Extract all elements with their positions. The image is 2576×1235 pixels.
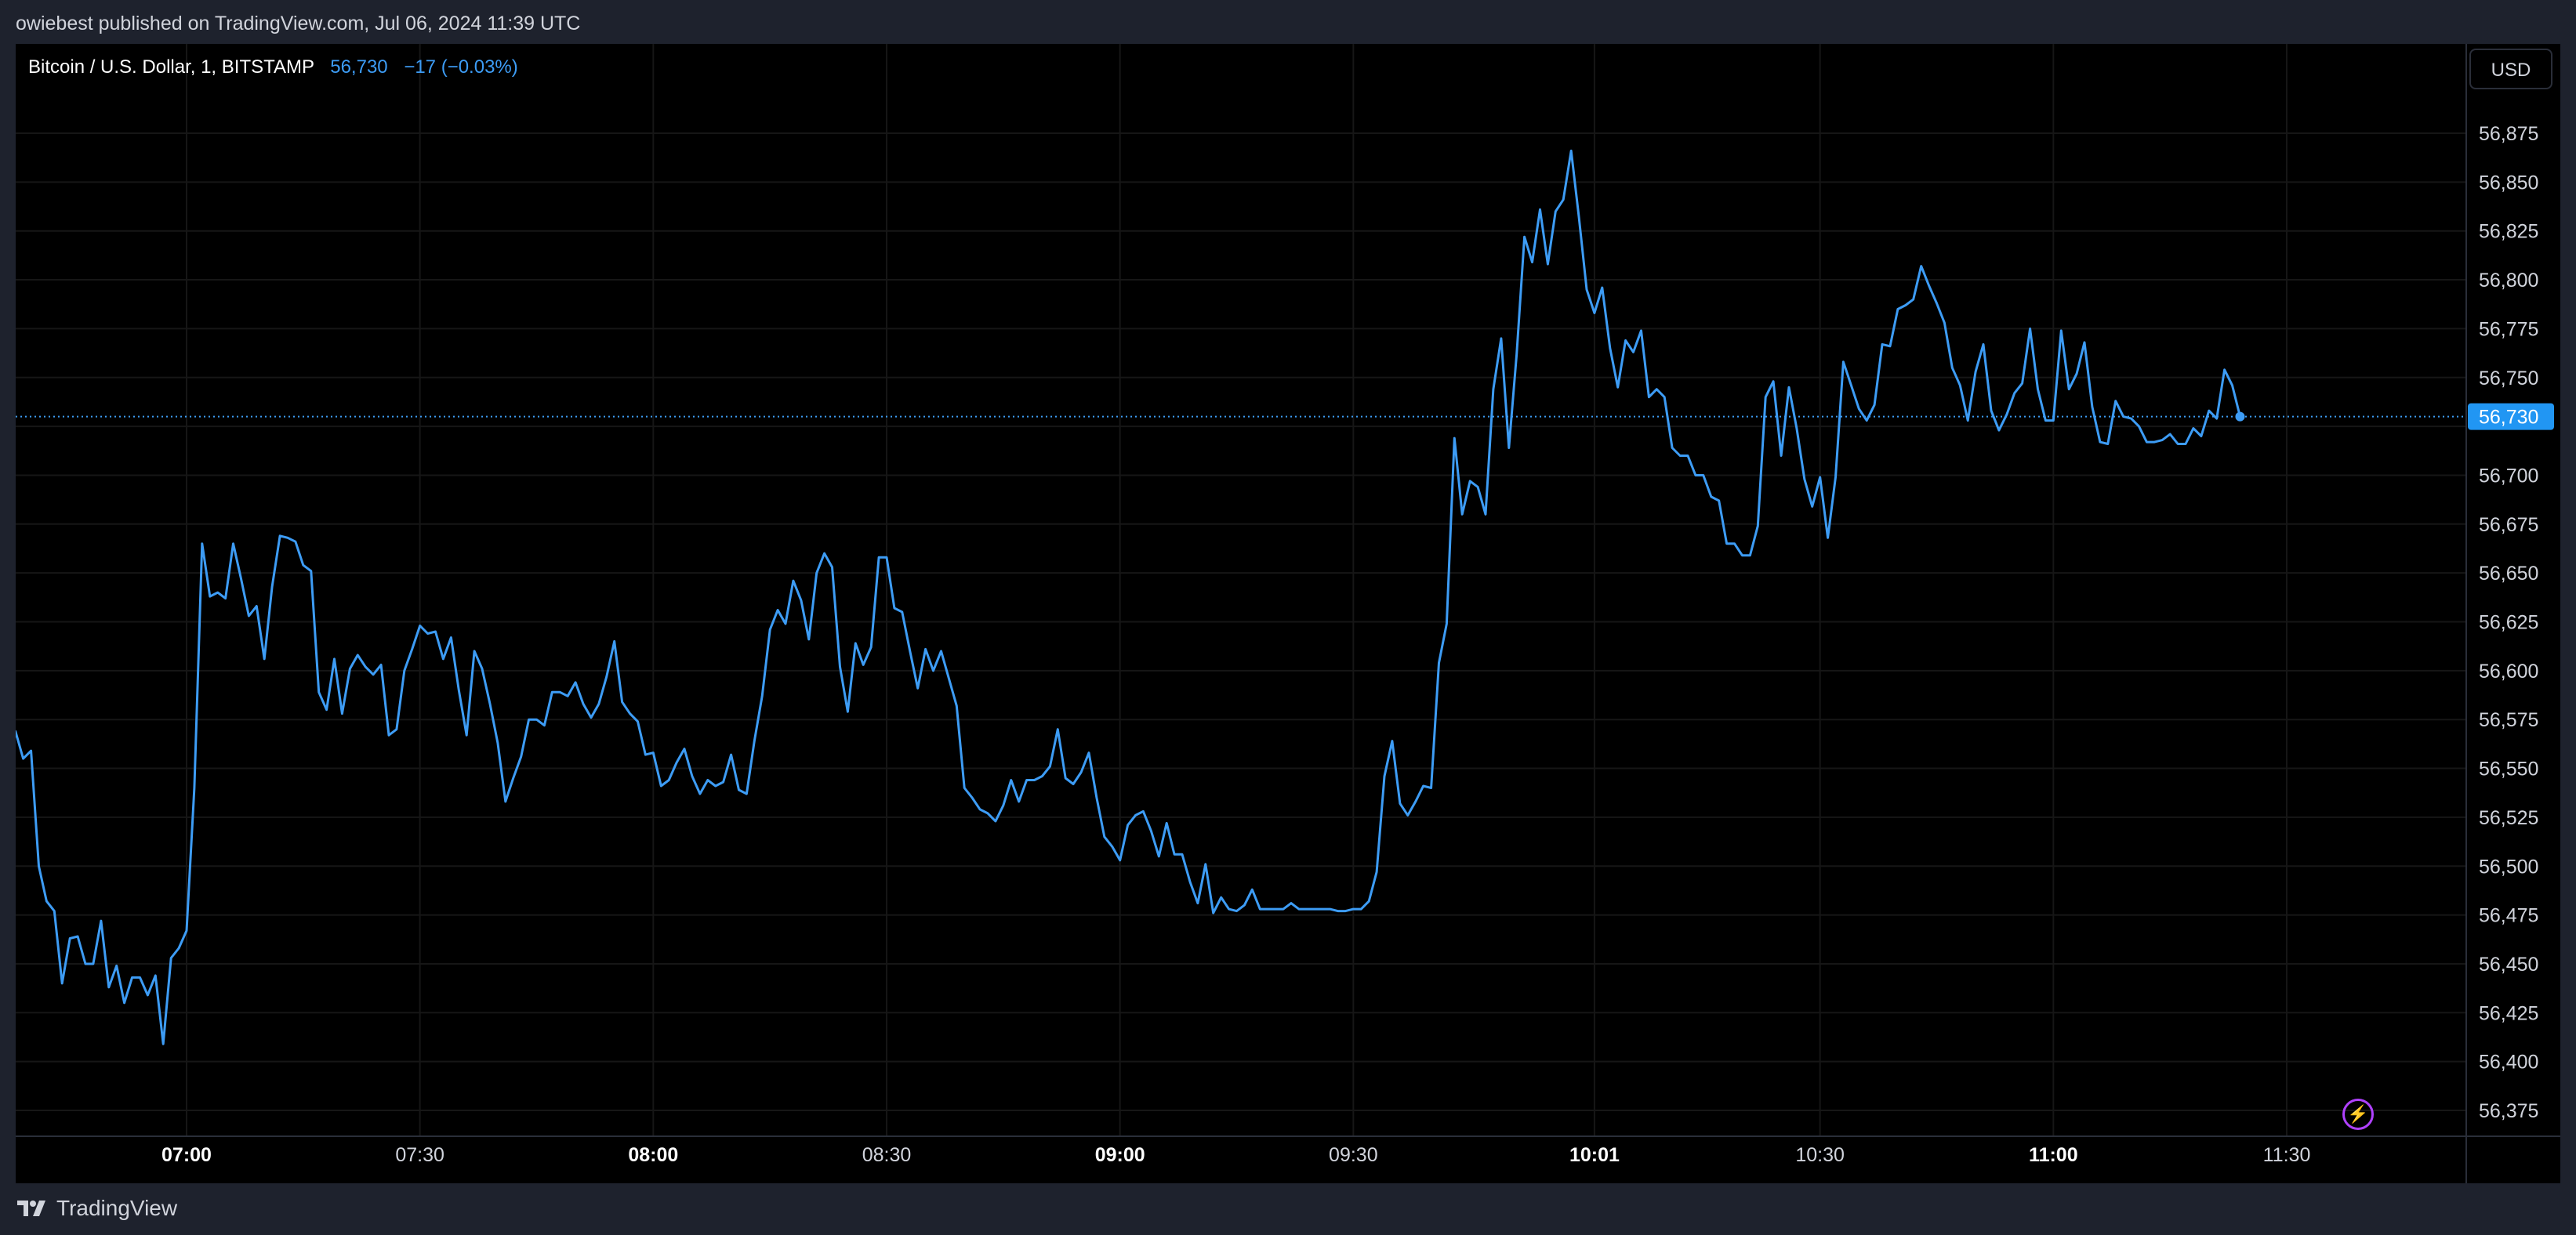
x-tick-label: 11:30 xyxy=(2263,1144,2311,1166)
published-caption: owiebest published on TradingView.com, J… xyxy=(16,13,581,34)
y-tick-label: 56,800 xyxy=(2479,270,2538,292)
x-tick-label: 07:00 xyxy=(161,1144,212,1166)
chart-area[interactable]: 56,375 56,400 56,425 56,450 56,475 56,500 56,5… xyxy=(16,44,2560,1183)
top-bar: owiebest published on TradingView.com, J… xyxy=(0,0,2576,44)
tradingview-logo-icon xyxy=(17,1201,45,1216)
y-tick-label: 56,500 xyxy=(2479,856,2538,878)
currency-button[interactable]: USD xyxy=(2469,49,2552,89)
y-tick-label: 56,775 xyxy=(2479,318,2538,340)
y-tick-label: 56,550 xyxy=(2479,759,2538,780)
y-tick-label: 56,450 xyxy=(2479,954,2538,976)
y-tick-label: 56,700 xyxy=(2479,465,2538,487)
y-tick-label: 56,650 xyxy=(2479,563,2538,585)
y-tick-label: 56,850 xyxy=(2479,172,2538,194)
y-tick-label: 56,675 xyxy=(2479,514,2538,536)
y-tick-label: 56,425 xyxy=(2479,1002,2538,1024)
y-tick-label: 56,825 xyxy=(2479,221,2538,243)
y-tick-label: 56,750 xyxy=(2479,368,2538,389)
current-price-label: 56,730 xyxy=(2479,407,2538,429)
y-tick-label: 56,875 xyxy=(2479,123,2538,145)
brand-label: TradingView xyxy=(56,1196,178,1220)
y-tick-label: 56,475 xyxy=(2479,905,2538,927)
symbol-title[interactable]: Bitcoin / U.S. Dollar, 1, BITSTAMP xyxy=(28,56,314,78)
y-tick-label: 56,575 xyxy=(2479,709,2538,731)
x-tick-label: 07:30 xyxy=(395,1144,444,1166)
x-tick-label: 09:30 xyxy=(1329,1144,1378,1166)
x-tick-label: 11:00 xyxy=(2029,1144,2078,1166)
y-tick-label: 56,600 xyxy=(2479,661,2538,683)
x-tick-label: 10:01 xyxy=(1569,1144,1620,1166)
last-price-dot xyxy=(2235,411,2245,422)
legend-change: −17 (−0.03%) xyxy=(404,56,518,78)
y-tick-label: 56,375 xyxy=(2479,1100,2538,1122)
y-tick-label: 56,400 xyxy=(2479,1052,2538,1074)
legend-price: 56,730 xyxy=(330,56,388,78)
y-tick-label: 56,525 xyxy=(2479,807,2538,829)
lightning-bolt-icon[interactable]: ⚡ xyxy=(2342,1099,2374,1130)
price-series-line[interactable] xyxy=(16,149,2241,1045)
x-tick-label: 08:30 xyxy=(862,1144,912,1166)
price-chart[interactable]: 56,375 56,400 56,425 56,450 56,475 56,500 56,5… xyxy=(16,44,2560,1183)
chart-legend[interactable]: Bitcoin / U.S. Dollar, 1, BITSTAMP 56,73… xyxy=(28,56,518,78)
brand[interactable]: TradingView xyxy=(16,1196,177,1221)
x-tick-label: 10:30 xyxy=(1795,1144,1845,1166)
x-tick-label: 09:00 xyxy=(1095,1144,1145,1166)
bottom-bar xyxy=(0,1183,2576,1235)
x-tick-label: 08:00 xyxy=(628,1144,678,1166)
y-tick-label: 56,625 xyxy=(2479,612,2538,634)
